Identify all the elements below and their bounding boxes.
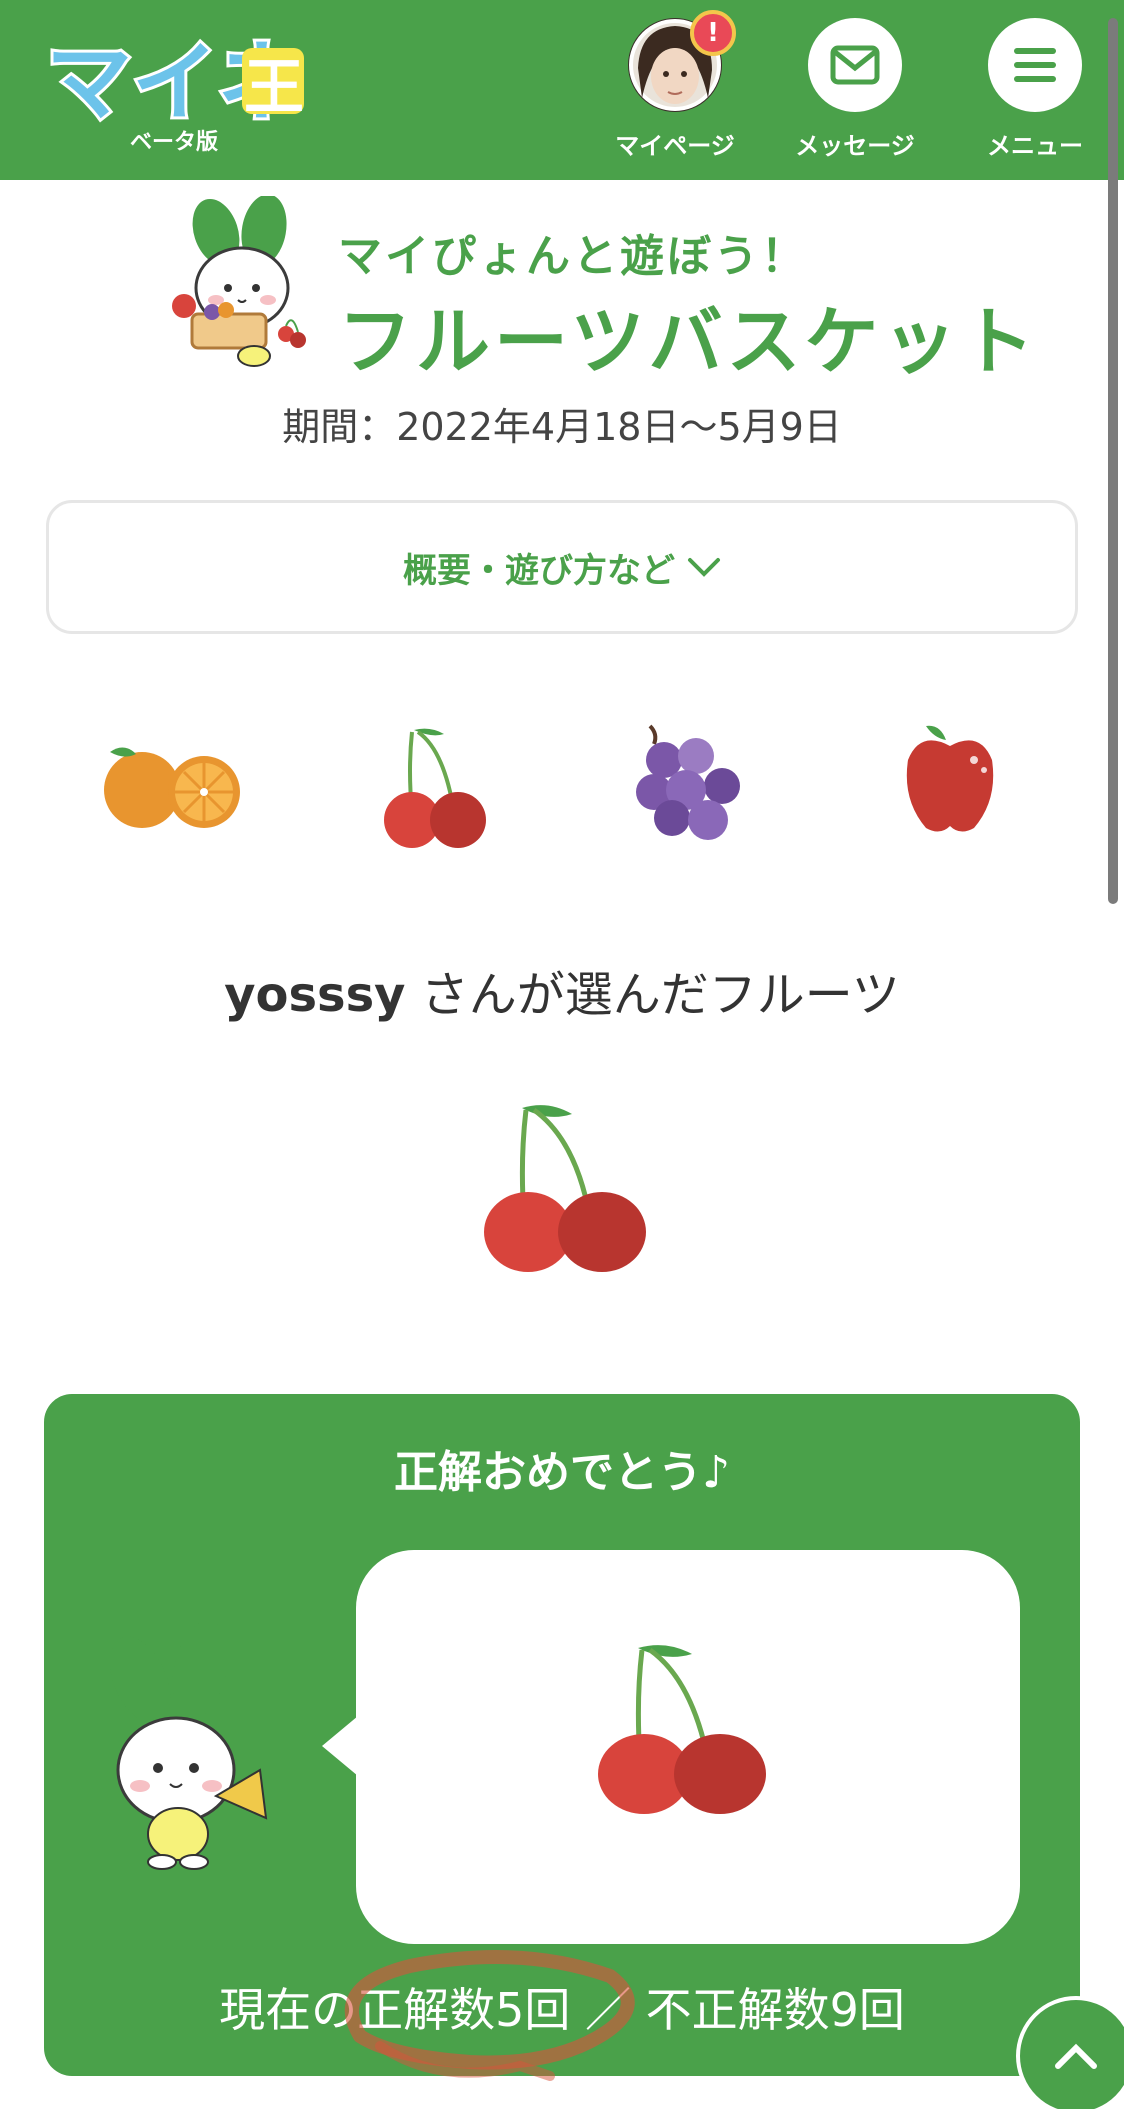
speech-bubble: [322, 1550, 1020, 1944]
result-cherry-icon: [598, 1645, 766, 1814]
svg-text:王: 王: [244, 53, 304, 123]
nav-menu-label: メニュー: [987, 132, 1083, 160]
overview-accordion[interactable]: 概要・遊び方など: [46, 500, 1078, 634]
apple-icon[interactable]: [900, 720, 1000, 840]
chosen-cherry-icon: [484, 1105, 646, 1272]
overview-accordion-label: 概要・遊び方など: [403, 550, 675, 591]
rabbit-mascot-megaphone: [109, 1620, 268, 1870]
username: yosssy: [224, 967, 406, 1023]
nav-message[interactable]: メッセージ: [780, 18, 930, 161]
nav-menu[interactable]: メニュー: [960, 18, 1110, 161]
score-text: 現在の正解数5回 ／ 不正解数9回: [219, 1983, 905, 2037]
avatar[interactable]: !: [628, 10, 736, 112]
nav-mypage[interactable]: ! マイページ: [600, 10, 750, 161]
result-title: 正解おめでとう♪: [393, 1447, 731, 1498]
page-subtitle: マイぴょんと遊ぼう！: [338, 231, 808, 282]
beta-label: ベータ版: [130, 130, 219, 155]
chevron-up-icon: [1055, 2043, 1097, 2069]
notification-badge: !: [690, 10, 736, 56]
page: マイネ マイネ 王 ベータ版 ! マイページ メッセージ メニュー マイぴょんと…: [0, 0, 1124, 2109]
header-bar: マイネ マイネ 王 ベータ版 ! マイページ メッセージ メニュー: [0, 0, 1124, 180]
envelope-icon: [830, 45, 880, 85]
grape-icon[interactable]: [630, 720, 750, 850]
chosen-label-suffix: さんが選んだフルーツ: [420, 967, 900, 1023]
nav-message-label: メッセージ: [795, 132, 915, 160]
cherry-icon[interactable]: [374, 720, 494, 850]
hamburger-icon: [1014, 48, 1056, 82]
fruit-options: [0, 720, 1124, 860]
result-card: 正解おめでとう♪ 現在の正解数5回 ／ 不正解数9回: [44, 1394, 1080, 2076]
orange-icon[interactable]: [96, 720, 246, 840]
nav-mypage-label: マイページ: [615, 132, 735, 160]
envelope-button[interactable]: [808, 18, 902, 112]
rabbit-mascot-basket: [172, 196, 306, 367]
chosen-fruit-label: yosssy さんが選んだフルーツ: [0, 955, 1124, 1025]
page-title: フルーツバスケット: [338, 299, 1039, 385]
menu-button[interactable]: [988, 18, 1082, 112]
event-period: 期間：2022年4月18日〜5月9日: [282, 405, 842, 449]
chevron-down-icon: [688, 558, 720, 577]
